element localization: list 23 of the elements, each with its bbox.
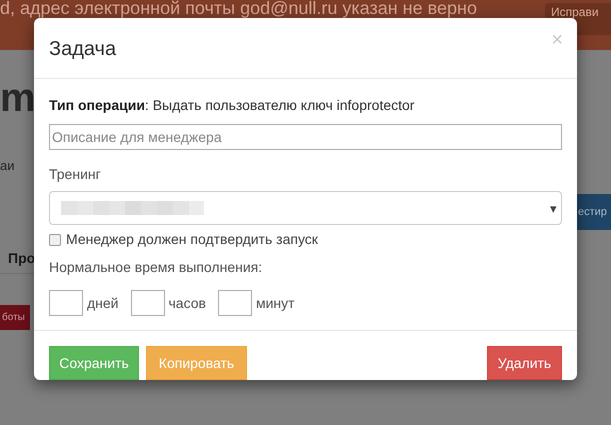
time-label: Нормальное время выполнения: — [49, 258, 264, 277]
duration-field[interactable] — [49, 290, 83, 316]
alert-message: d, адрес электронной почты god@null.ru указан не верно — [0, 0, 477, 18]
page-tab[interactable]: Про — [8, 248, 36, 269]
test-button[interactable]: естир — [577, 194, 611, 230]
confirm-checkbox[interactable] — [49, 234, 61, 246]
page-heading: m — [0, 78, 36, 118]
duration-field[interactable] — [218, 290, 252, 316]
operation-type-text: Тип операции: Выдать пользователю ключ infoprotector — [49, 96, 416, 115]
dropdown-arrow-icon: ▾ — [550, 199, 557, 218]
side-text: аи — [0, 157, 14, 175]
unit-label: часов — [168, 294, 206, 312]
dialog-title: Задача — [49, 37, 116, 62]
save-button[interactable]: Сохранить — [49, 346, 139, 380]
works-button[interactable]: боты — [0, 305, 30, 330]
training-label: Тренинг — [49, 165, 102, 184]
delete-button[interactable]: Удалить — [487, 346, 562, 380]
training-select[interactable]: ▾ — [49, 191, 562, 225]
unit-label: дней — [87, 294, 119, 313]
unit-label: минут — [256, 294, 295, 313]
confirm-label: Менеджер должен подтвердить запуск — [66, 230, 318, 249]
duration-field[interactable] — [130, 290, 165, 316]
description-field[interactable]: Описание для менеджера — [49, 124, 562, 150]
